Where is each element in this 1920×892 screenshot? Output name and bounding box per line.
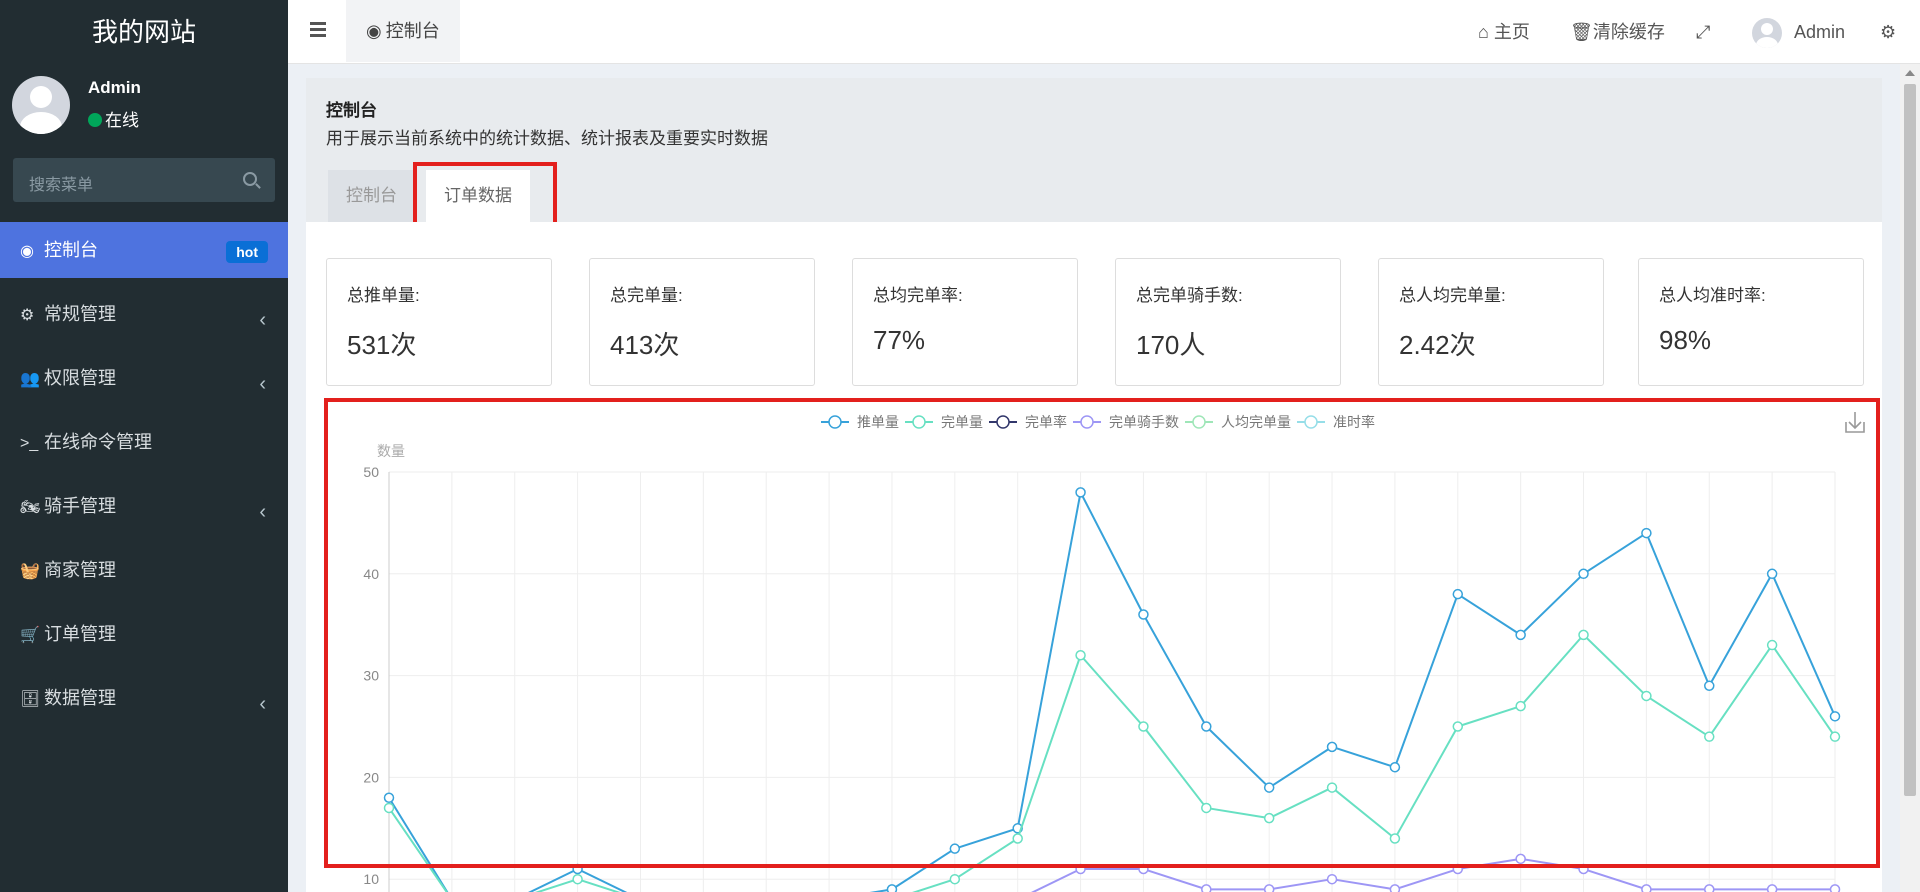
data-point [1641, 884, 1652, 892]
sidebar-item-5[interactable]: 🧺 商家管理 [0, 542, 288, 598]
admin-avatar [1752, 18, 1782, 49]
settings-gear-icon[interactable]: ⚙ [1880, 0, 1896, 64]
data-point [572, 873, 583, 885]
sidebar-item-4[interactable]: 🏍 骑手管理 ‹ [0, 478, 288, 534]
stat-card-per-person: 总人均完单量: 2.42次 [1378, 258, 1604, 386]
database-icon: 🗄 [20, 691, 41, 708]
data-point [949, 873, 961, 885]
sidebar: 我的网站 Admin 在线 搜索菜单 ◉ 控制台 hot ⚙ 常规管理 ‹ 👥 权限管理 ‹ >_… [0, 0, 288, 892]
chevron-left-icon: ‹ [259, 501, 266, 523]
user-panel: Admin 在线 [0, 64, 288, 150]
search-icon[interactable] [243, 172, 257, 186]
motorcycle-icon: 🏍 [20, 499, 41, 516]
sidebar-item-label: 骑手管理 [44, 496, 116, 516]
fullscreen-icon[interactable]: ⤢ [1696, 0, 1710, 64]
user-avatar [12, 76, 70, 134]
stat-label: 总推单量: [347, 286, 420, 305]
panel-header: 控制台 用于展示当前系统中的统计数据、统计报表及重要实时数据 控制台 订单数据 [306, 78, 1882, 226]
tab-dashboard[interactable]: ◉ 控制台 [346, 0, 460, 62]
home-icon: ⌂ [1478, 22, 1489, 42]
stat-value: 98% [1659, 325, 1712, 355]
data-point [1389, 884, 1401, 892]
user-status-text: 在线 [105, 111, 139, 130]
basket-icon: 🧺 [20, 563, 40, 580]
sidebar-item-0[interactable]: ◉ 控制台 hot [0, 222, 288, 278]
brand-title[interactable]: 我的网站 [0, 0, 288, 64]
terminal-icon: >_ [20, 435, 39, 452]
tab-highlight-box [413, 162, 557, 226]
stat-label: 总完单骑手数: [1136, 286, 1243, 305]
stat-card-complete-rate: 总均完单率: 77% [852, 258, 1078, 386]
home-label: 主页 [1493, 22, 1530, 42]
data-point [1326, 873, 1338, 885]
sidebar-item-label: 常规管理 [44, 304, 116, 324]
trash-icon: 🗑 [1570, 22, 1593, 42]
search-placeholder: 搜索菜单 [29, 177, 94, 194]
home-link[interactable]: ⌂ 主页 [1478, 0, 1530, 64]
sidebar-search-input[interactable]: 搜索菜单 [13, 158, 275, 202]
online-dot-icon [88, 113, 102, 127]
tab-dashboard-label: 控制台 [385, 21, 440, 41]
topbar: ◉ 控制台 ⌂ 主页 🗑清除缓存 ⤢ Admin ⚙ [288, 0, 1920, 64]
stat-card-riders: 总完单骑手数: 170人 [1115, 258, 1341, 386]
sidebar-item-label: 控制台 [44, 240, 98, 260]
chevron-left-icon: ‹ [259, 693, 266, 715]
data-point [1201, 884, 1212, 892]
stat-label: 总均完单率: [873, 286, 963, 305]
page-scrollbar[interactable] [1900, 64, 1920, 892]
dashboard-icon: ◉ [366, 21, 382, 41]
clear-cache-label: 清除缓存 [1592, 22, 1665, 42]
stat-card-total-complete: 总完单量: 413次 [589, 258, 815, 386]
stat-value: 2.42次 [1399, 330, 1476, 360]
hot-badge: hot [226, 241, 268, 263]
dashboard-icon: ◉ [20, 243, 34, 260]
sidebar-item-6[interactable]: 🛒 订单管理 [0, 606, 288, 662]
data-point [1704, 884, 1715, 892]
chevron-left-icon: ‹ [259, 309, 266, 331]
stat-value: 170人 [1136, 330, 1206, 360]
data-point [1829, 884, 1841, 892]
data-point [1766, 884, 1778, 892]
sidebar-item-1[interactable]: ⚙ 常规管理 ‹ [0, 286, 288, 342]
panel-description: 用于展示当前系统中的统计数据、统计报表及重要实时数据 [326, 129, 768, 148]
main-content: 控制台 用于展示当前系统中的统计数据、统计报表及重要实时数据 控制台 订单数据 … [306, 78, 1882, 892]
clear-cache-button[interactable]: 🗑清除缓存 [1570, 0, 1665, 64]
user-name: Admin [88, 78, 141, 97]
stat-value: 531次 [347, 330, 417, 360]
cart-icon: 🛒 [20, 627, 40, 644]
sidebar-item-label: 订单管理 [44, 624, 116, 644]
chevron-left-icon: ‹ [259, 373, 266, 395]
stat-value: 413次 [610, 330, 680, 360]
stat-card-total-push: 总推单量: 531次 [326, 258, 552, 386]
stat-card-ontime-rate: 总人均准时率: 98% [1638, 258, 1864, 386]
sidebar-item-label: 在线命令管理 [44, 432, 152, 452]
sidebar-item-label: 数据管理 [44, 688, 116, 708]
tab-dashboard-panel[interactable]: 控制台 [328, 170, 415, 222]
sidebar-item-label: 商家管理 [44, 560, 116, 580]
data-point [886, 884, 898, 892]
users-icon: 👥 [20, 371, 40, 388]
hamburger-menu-icon[interactable] [310, 22, 326, 38]
sidebar-item-2[interactable]: 👥 权限管理 ‹ [0, 350, 288, 406]
stat-value: 77% [873, 325, 926, 355]
y-tick-label: 10 [363, 871, 379, 887]
cogs-icon: ⚙ [20, 307, 35, 324]
stat-label: 总人均准时率: [1659, 286, 1766, 305]
stat-label: 总人均完单量: [1399, 286, 1506, 305]
sidebar-item-7[interactable]: 🗄 数据管理 ‹ [0, 670, 288, 726]
sidebar-item-3[interactable]: >_ 在线命令管理 [0, 414, 288, 470]
data-point [1263, 884, 1275, 892]
admin-label: Admin [1794, 22, 1846, 42]
chart-highlight-box [324, 398, 1880, 868]
panel-title: 控制台 [326, 101, 377, 120]
scroll-thumb[interactable] [1904, 84, 1916, 796]
sidebar-menu: ◉ 控制台 hot ⚙ 常规管理 ‹ 👥 权限管理 ‹ >_ 在线命令管理 🏍 骑手管理 ‹ 🧺 商家管理 🛒 订… [0, 222, 288, 734]
sidebar-item-label: 权限管理 [44, 368, 116, 388]
scroll-up-icon[interactable] [1905, 70, 1915, 76]
stat-label: 总完单量: [610, 286, 683, 305]
admin-menu[interactable]: Admin [1752, 0, 1845, 64]
user-status: 在线 [88, 106, 139, 131]
